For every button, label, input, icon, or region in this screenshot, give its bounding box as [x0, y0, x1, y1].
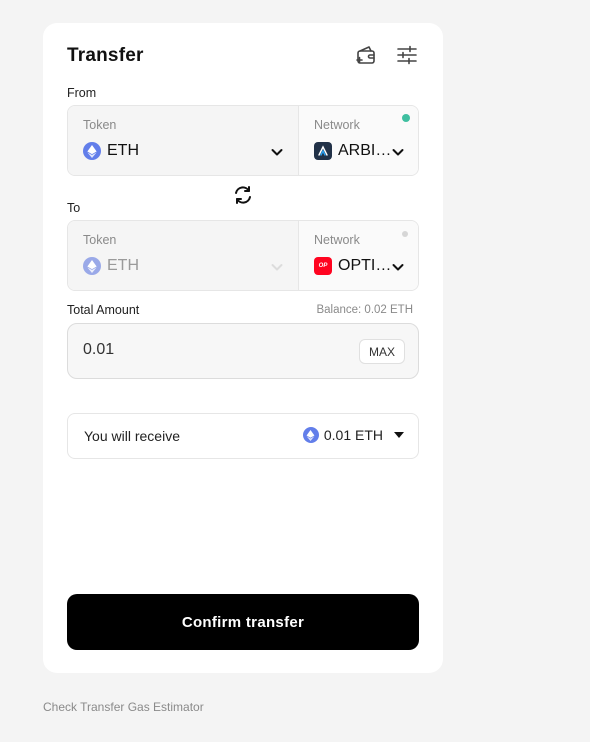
receive-value: 0.01 ETH	[302, 427, 404, 443]
from-network-name: ARBI…	[338, 142, 392, 159]
chevron-down-icon	[270, 145, 284, 159]
amount-field: MAX	[67, 323, 419, 379]
chevron-down-icon	[391, 145, 405, 159]
to-network-value: OP OPTI…	[314, 257, 391, 275]
transfer-card: Transfer From Token ETH Network ARBI… To…	[43, 23, 443, 673]
to-token-value: ETH	[83, 257, 139, 275]
from-network-status-dot	[402, 114, 410, 122]
to-network-name: OPTI…	[338, 257, 392, 274]
gas-estimator-link[interactable]: Check Transfer Gas Estimator	[43, 700, 204, 714]
receive-amount: 0.01 ETH	[323, 427, 383, 443]
page-title: Transfer	[67, 45, 144, 66]
receive-summary[interactable]: You will receive 0.01 ETH	[67, 413, 419, 459]
chevron-down-icon	[270, 260, 284, 274]
balance-text: Balance: 0.02 ETH	[316, 304, 413, 316]
caret-down-icon	[394, 432, 404, 438]
confirm-transfer-button[interactable]: Confirm transfer	[67, 594, 419, 650]
receive-label: You will receive	[84, 428, 180, 444]
to-network-caption: Network	[314, 233, 360, 247]
from-selector: Token ETH Network ARBI…	[67, 105, 419, 176]
max-button[interactable]: MAX	[358, 339, 405, 364]
from-token-symbol: ETH	[107, 142, 139, 159]
eth-icon	[83, 257, 101, 275]
sliders-icon[interactable]	[395, 43, 419, 67]
to-network-status-dot	[402, 231, 408, 237]
from-label: From	[67, 86, 97, 100]
from-network-select[interactable]: Network ARBI…	[299, 106, 418, 175]
to-token-symbol: ETH	[107, 257, 139, 274]
from-token-select[interactable]: Token ETH	[68, 106, 299, 175]
wallet-add-icon[interactable]	[354, 43, 378, 67]
total-amount-label: Total Amount	[67, 303, 140, 317]
eth-icon	[83, 142, 101, 160]
swap-direction-icon[interactable]	[232, 184, 254, 206]
arbitrum-icon	[314, 142, 332, 160]
to-token-caption: Token	[83, 233, 117, 247]
to-network-select[interactable]: Network OP OPTI…	[299, 221, 418, 290]
from-token-caption: Token	[83, 118, 117, 132]
optimism-icon: OP	[314, 257, 332, 275]
amount-input[interactable]	[83, 341, 333, 359]
from-network-caption: Network	[314, 118, 360, 132]
to-token-select: Token ETH	[68, 221, 299, 290]
to-label: To	[67, 201, 81, 215]
chevron-down-icon	[391, 260, 405, 274]
from-token-value: ETH	[83, 142, 139, 160]
to-selector: Token ETH Network OP OPTI…	[67, 220, 419, 291]
eth-icon	[302, 427, 319, 443]
from-network-value: ARBI…	[314, 142, 391, 160]
